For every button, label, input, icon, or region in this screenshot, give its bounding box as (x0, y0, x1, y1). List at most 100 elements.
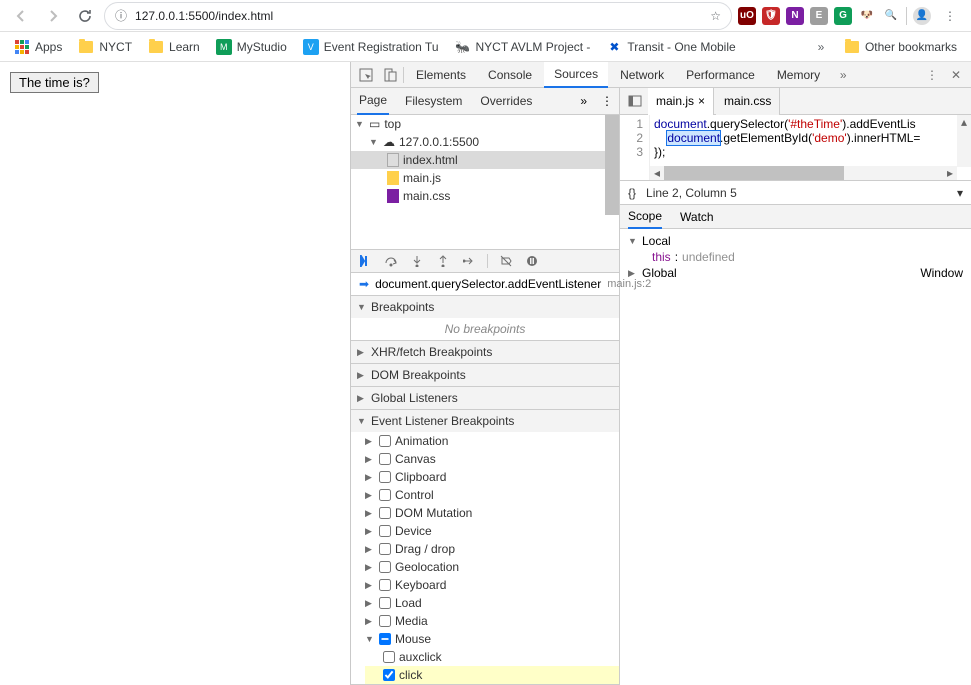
bm-nyct[interactable]: NYCT (72, 36, 138, 58)
confluence-icon: ✖ (606, 39, 622, 55)
no-breakpoints: No breakpoints (351, 318, 619, 340)
ext-e-icon[interactable]: E (810, 7, 828, 25)
step-icon[interactable] (461, 255, 477, 267)
close-tab-icon[interactable]: × (698, 94, 705, 108)
event-cat-animation[interactable]: ▶Animation (365, 432, 619, 450)
url-text: 127.0.0.1:5500/index.html (135, 9, 273, 23)
code-editor[interactable]: 123 document.querySelector('#theTime').a… (620, 115, 971, 181)
avatar-icon[interactable]: 👤 (913, 7, 931, 25)
html-file-icon (387, 153, 399, 167)
ext-grammarly-icon[interactable]: G (834, 7, 852, 25)
scope-this[interactable]: this: undefined (628, 249, 963, 265)
settings-kebab-icon[interactable]: ⋮ (921, 64, 943, 86)
tab-network[interactable]: Network (610, 62, 674, 88)
ext-onenote-icon[interactable]: N (786, 7, 804, 25)
editor-tab-maincss[interactable]: main.css (716, 88, 780, 115)
star-icon[interactable]: ☆ (710, 9, 721, 23)
bm-overflow-icon[interactable]: » (808, 34, 834, 60)
bug-icon: 🐜 (455, 39, 471, 55)
subtab-filesystem[interactable]: Filesystem (403, 88, 464, 115)
ext-search-icon[interactable]: 🔍 (882, 7, 900, 25)
bm-other[interactable]: Other bookmarks (838, 36, 963, 58)
event-cat-load[interactable]: ▶Load (365, 594, 619, 612)
sec-event-listener[interactable]: ▼Event Listener Breakpoints (351, 410, 619, 432)
tab-console[interactable]: Console (478, 62, 542, 88)
subtab-overrides[interactable]: Overrides (478, 88, 534, 115)
pause-exceptions-icon[interactable] (524, 255, 540, 267)
coverage-icon[interactable]: ▾ (957, 186, 963, 200)
editor-hscroll[interactable]: ◂▸ (650, 166, 957, 180)
step-over-icon[interactable] (383, 255, 399, 267)
tree-top[interactable]: ▼▭top (351, 115, 619, 133)
tree-file-mainjs[interactable]: main.js (351, 169, 619, 187)
frame-function[interactable]: document.querySelector.addEventListener (375, 277, 601, 291)
tree-scrollbar[interactable] (605, 115, 619, 215)
close-devtools-icon[interactable]: ✕ (945, 64, 967, 86)
bm-mystudio[interactable]: MMyStudio (210, 36, 293, 58)
tree-file-maincss[interactable]: main.css (351, 187, 619, 205)
event-auxclick[interactable]: auxclick (365, 648, 619, 666)
tab-sources[interactable]: Sources (544, 62, 608, 88)
tree-file-index[interactable]: index.html (351, 151, 619, 169)
tab-elements[interactable]: Elements (406, 62, 476, 88)
ext-ublock-icon[interactable]: uO (738, 7, 756, 25)
sec-xhr[interactable]: ▶XHR/fetch Breakpoints (351, 341, 619, 363)
scope-local[interactable]: ▼Local (628, 233, 963, 249)
bm-learn[interactable]: Learn (142, 36, 206, 58)
event-click[interactable]: click (365, 666, 619, 684)
bm-apps[interactable]: Apps (8, 36, 68, 58)
kebab-icon[interactable]: ⋮ (601, 94, 613, 108)
event-cat-dragdrop[interactable]: ▶Drag / drop (365, 540, 619, 558)
tree-host[interactable]: ▼☁127.0.0.1:5500 (351, 133, 619, 151)
subtab-page[interactable]: Page (357, 88, 389, 115)
tab-watch[interactable]: Watch (680, 205, 714, 229)
current-frame-icon: ➡ (359, 277, 369, 291)
event-cat-clipboard[interactable]: ▶Clipboard (365, 468, 619, 486)
back-icon[interactable] (8, 3, 34, 29)
nav-toggle-icon[interactable] (624, 90, 646, 112)
inspect-icon[interactable] (355, 64, 377, 86)
event-cat-control[interactable]: ▶Control (365, 486, 619, 504)
css-file-icon (387, 189, 399, 203)
sec-dom[interactable]: ▶DOM Breakpoints (351, 364, 619, 386)
event-cat-keyboard[interactable]: ▶Keyboard (365, 576, 619, 594)
event-cat-device[interactable]: ▶Device (365, 522, 619, 540)
tab-memory[interactable]: Memory (767, 62, 830, 88)
devtools-tabs: Elements Console Sources Network Perform… (351, 62, 971, 88)
device-icon[interactable] (379, 64, 401, 86)
sec-global[interactable]: ▶Global Listeners (351, 387, 619, 409)
menu-icon[interactable]: ⋮ (937, 3, 963, 29)
step-out-icon[interactable] (435, 255, 451, 267)
omnibox[interactable]: ⓘ 127.0.0.1:5500/index.html ☆ (104, 2, 732, 30)
more-subtabs-icon[interactable]: » (580, 94, 587, 108)
event-cat-dommutation[interactable]: ▶DOM Mutation (365, 504, 619, 522)
time-button[interactable]: The time is? (10, 72, 99, 93)
event-cat-media[interactable]: ▶Media (365, 612, 619, 630)
bm-event[interactable]: VEvent Registration Tu (297, 36, 445, 58)
braces-icon[interactable]: {} (628, 186, 636, 200)
sec-breakpoints[interactable]: ▼Breakpoints (351, 296, 619, 318)
resume-icon[interactable] (357, 255, 373, 267)
deactivate-bp-icon[interactable] (498, 255, 514, 267)
event-cat-geolocation[interactable]: ▶Geolocation (365, 558, 619, 576)
devtools: Elements Console Sources Network Perform… (350, 62, 971, 685)
ext-dog-icon[interactable]: 🐶 (858, 7, 876, 25)
tab-scope[interactable]: Scope (628, 205, 662, 229)
tab-performance[interactable]: Performance (676, 62, 765, 88)
forward-icon[interactable] (40, 3, 66, 29)
editor-tab-mainjs[interactable]: main.js× (648, 88, 714, 115)
more-tabs-icon[interactable]: » (832, 64, 854, 86)
js-file-icon (387, 171, 399, 185)
browser-toolbar: ⓘ 127.0.0.1:5500/index.html ☆ uO 🛡 N E G… (0, 0, 971, 32)
info-icon: ⓘ (115, 7, 127, 24)
reload-icon[interactable] (72, 3, 98, 29)
bm-transit[interactable]: ✖Transit - One Mobile (600, 36, 741, 58)
event-cat-mouse[interactable]: ▼Mouse (365, 630, 619, 648)
scope-global[interactable]: ▶GlobalWindow (628, 265, 963, 281)
step-into-icon[interactable] (409, 255, 425, 267)
cursor-position: Line 2, Column 5 (646, 186, 737, 200)
bm-avlm[interactable]: 🐜NYCT AVLM Project - (449, 36, 597, 58)
editor-vscroll[interactable]: ▴ (957, 115, 971, 167)
ext-shield-icon[interactable]: 🛡 (762, 7, 780, 25)
event-cat-canvas[interactable]: ▶Canvas (365, 450, 619, 468)
